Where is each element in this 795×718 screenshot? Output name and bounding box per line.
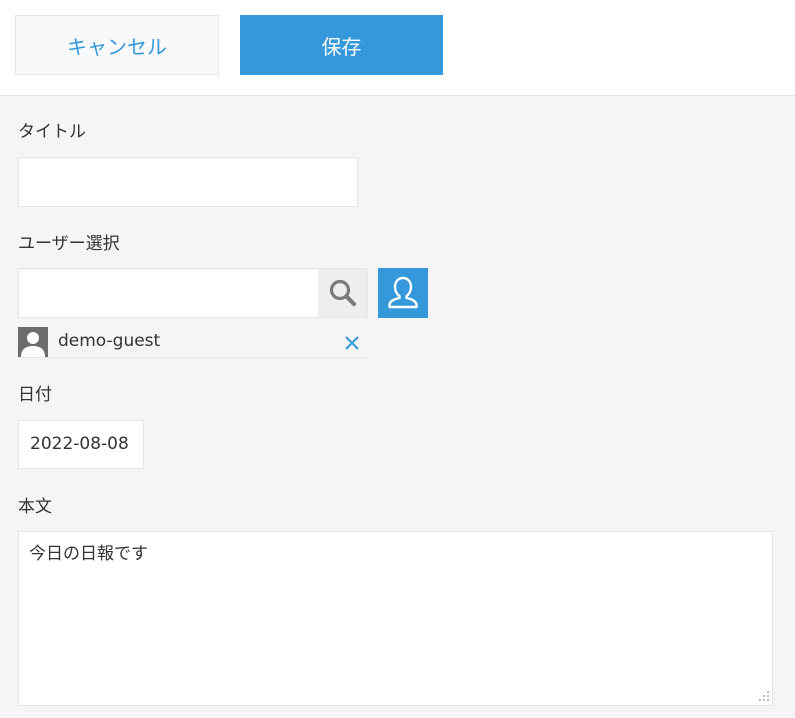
search-icon bbox=[329, 279, 356, 307]
cancel-button[interactable]: キャンセル bbox=[15, 15, 219, 75]
resize-handle-icon[interactable] bbox=[756, 689, 770, 703]
date-label: 日付 bbox=[18, 385, 52, 405]
title-label: タイトル bbox=[18, 122, 86, 142]
remove-user-button[interactable] bbox=[342, 333, 362, 353]
title-input[interactable] bbox=[18, 157, 358, 207]
avatar bbox=[18, 327, 48, 357]
date-input[interactable]: 2022-08-08 bbox=[18, 420, 144, 469]
selected-user-name: demo-guest bbox=[58, 331, 161, 351]
user-search-input[interactable] bbox=[18, 268, 319, 318]
form-toolbar: キャンセル 保存 bbox=[0, 0, 795, 96]
close-icon bbox=[345, 336, 359, 350]
save-button[interactable]: 保存 bbox=[240, 15, 443, 75]
user-directory-button[interactable] bbox=[378, 268, 428, 318]
body-label: 本文 bbox=[18, 497, 52, 517]
user-search-button[interactable] bbox=[318, 268, 368, 318]
body-textarea[interactable]: 今日の日報です bbox=[18, 531, 773, 706]
person-silhouette-icon bbox=[21, 332, 45, 357]
user-select-label: ユーザー選択 bbox=[18, 234, 120, 254]
user-outline-icon bbox=[388, 276, 418, 309]
selected-user-item: demo-guest bbox=[18, 327, 368, 358]
